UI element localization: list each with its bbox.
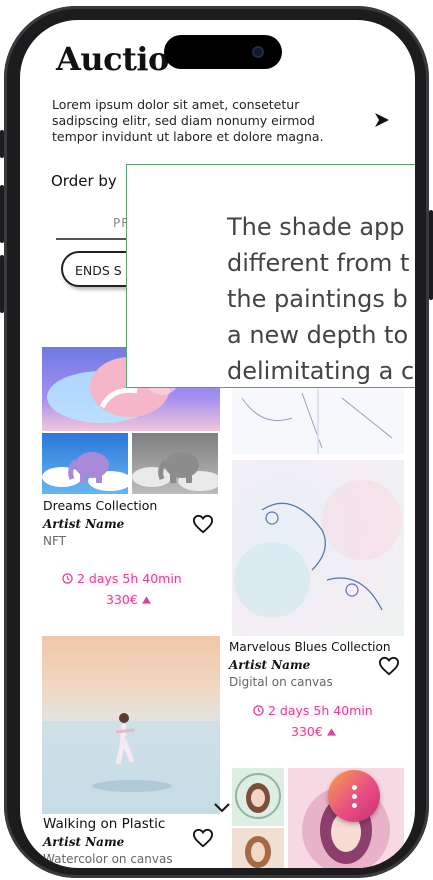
dreams-thumb-color[interactable] [42,433,128,494]
heart-icon[interactable] [192,828,214,848]
camera-icon [252,46,264,58]
item-time-left: 2 days 5h 40min [62,571,182,586]
item-medium: NFT [43,534,66,548]
item-time-left: 2 days 5h 40min [253,703,373,718]
portrait-thumb-2[interactable] [232,828,284,868]
item-price-text: 330€ [106,592,138,607]
order-by-label: Order by [51,172,117,190]
sketch-art-top[interactable] [232,388,404,454]
triangle-up-icon [326,728,336,736]
more-vertical-icon [352,794,357,799]
item-medium: Watercolor on canvas [43,852,173,866]
marvelous-blues-art[interactable] [232,460,404,636]
item-collection: Dreams Collection [43,498,158,513]
power-button [429,210,433,300]
item-collection: Marvelous Blues Collection [229,640,391,654]
chevron-down-icon[interactable] [213,802,231,814]
more-options-button[interactable] [328,770,380,822]
dreams-thumb-gray[interactable] [132,433,218,494]
item-price: 330€ [106,592,151,607]
tooltip-line: different from t [227,249,410,277]
item-medium: Digital on canvas [229,675,333,689]
clock-icon [253,705,264,716]
phone-frame: Auctio Lorem ipsum dolor sit amet, conse… [0,0,433,880]
item-time-text: 2 days 5h 40min [267,703,373,718]
more-vertical-icon [352,785,357,790]
tooltip-line: The shade app [227,213,405,241]
item-time-text: 2 days 5h 40min [76,571,182,586]
tooltip-line: a new depth to [227,321,409,349]
tooltip-text: The shade app different from t the paint… [227,209,415,387]
dynamic-island [164,35,282,69]
screen: Auctio Lorem ipsum dolor sit amet, conse… [20,20,415,868]
page-title: Auctio [56,40,169,78]
item-artist: Artist Name [43,517,125,531]
portrait-thumb-1[interactable] [232,768,284,826]
info-tooltip: The shade app different from t the paint… [126,164,415,388]
item-artist: Artist Name [43,835,125,849]
tooltip-line: delimitating a c [227,357,415,385]
clock-icon [62,573,73,584]
item-artist: Artist Name [229,658,311,672]
chevron-right-icon[interactable] [373,111,391,129]
tooltip-line: the paintings b [227,285,408,313]
heart-icon[interactable] [192,514,214,534]
item-price: 330€ [291,724,336,739]
intro-text: Lorem ipsum dolor sit amet, consetetur s… [52,97,324,144]
walking-on-plastic-art[interactable] [42,636,220,814]
triangle-up-icon [141,596,151,604]
item-price-text: 330€ [291,724,323,739]
item-collection: Walking on Plastic [43,816,166,832]
heart-icon[interactable] [378,656,400,676]
more-vertical-icon [352,803,357,808]
